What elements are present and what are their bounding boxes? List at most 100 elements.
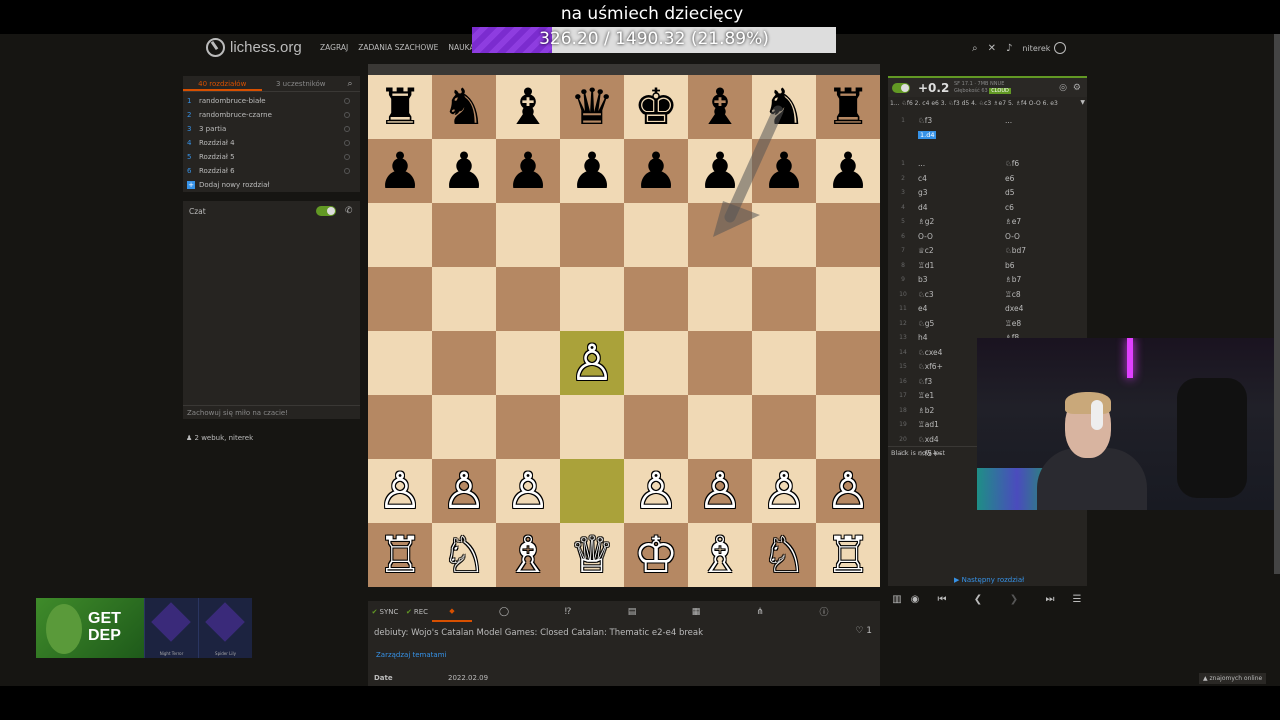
pv-line[interactable]: 1... ♘f6 2. c4 e6 3. ♘f3 d5 4. ♘c3 ♗e7 5… — [890, 100, 1085, 107]
black-piece[interactable]: ♟ — [506, 146, 551, 196]
black-move[interactable]: ♘f6 — [1005, 159, 1087, 168]
board-square[interactable]: ♟ — [752, 139, 816, 203]
board-square[interactable]: ♜ — [368, 75, 432, 139]
board-square[interactable]: ♗ — [496, 523, 560, 587]
black-piece[interactable]: ♞ — [762, 82, 807, 132]
black-move[interactable]: ♗e7 — [1005, 217, 1087, 226]
black-move[interactable]: ♖c8 — [1005, 290, 1087, 299]
white-move[interactable]: ♕c2 — [918, 246, 1005, 255]
phone-icon[interactable]: ✆ — [345, 206, 353, 216]
board-square[interactable]: ♟ — [496, 139, 560, 203]
board-square[interactable]: ♙ — [496, 459, 560, 523]
white-move[interactable]: ♗g2 — [918, 217, 1005, 226]
lichess-logo[interactable]: lichess.org — [206, 38, 302, 57]
board-square[interactable] — [368, 395, 432, 459]
nav-item-play[interactable]: ZAGRAJ — [320, 43, 348, 52]
chessboard[interactable]: ♜ ♞ ♝ ♛ ♚ ♝ ♞ ♜ ♟ ♟ ♟ ♟ ♟ ♟ ♟ ♟ ♙ ♙ ♙ ♙ ♙ ♙ ♙ ♙ ♖ ♘ ♗ ♕ ♔ ♗ ♘ ♖ — [368, 75, 880, 587]
board-square[interactable]: ♙ — [432, 459, 496, 523]
chat-toggle[interactable] — [316, 206, 336, 216]
board-square[interactable]: ♙ — [688, 459, 752, 523]
chapter-item[interactable]: 6 Rozdział 6 — [183, 164, 360, 178]
board-square[interactable]: ♟ — [624, 139, 688, 203]
board-square[interactable]: ♕ — [560, 523, 624, 587]
white-move[interactable]: c4 — [918, 174, 1005, 183]
board-square[interactable] — [432, 395, 496, 459]
board-square[interactable] — [816, 395, 880, 459]
board-square[interactable] — [496, 395, 560, 459]
black-move[interactable]: ♖e8 — [1005, 319, 1087, 328]
board-square[interactable] — [368, 267, 432, 331]
close-icon[interactable]: ✕ — [988, 43, 996, 54]
white-move[interactable]: b3 — [918, 275, 1005, 284]
board-square[interactable] — [688, 395, 752, 459]
board-square[interactable] — [752, 203, 816, 267]
white-move[interactable]: g3 — [918, 188, 1005, 197]
black-piece[interactable]: ♚ — [634, 82, 679, 132]
current-move[interactable]: 1.d4 — [918, 131, 937, 140]
next-move-icon[interactable]: ❯ — [996, 594, 1032, 605]
scrollbar[interactable] — [1274, 34, 1280, 574]
search-icon[interactable]: ⌕ — [340, 76, 360, 91]
chapter-item[interactable]: 5 Rozdział 5 — [183, 150, 360, 164]
board-square[interactable] — [624, 395, 688, 459]
board-square[interactable]: ♙ — [368, 459, 432, 523]
black-piece[interactable]: ♜ — [826, 82, 871, 132]
white-move[interactable]: O-O — [918, 232, 1005, 241]
white-piece[interactable]: ♗ — [506, 530, 551, 580]
board-square[interactable]: ♖ — [368, 523, 432, 587]
board-square[interactable]: ♘ — [432, 523, 496, 587]
sync-toggle[interactable]: ✔ SYNC — [368, 601, 402, 622]
black-piece[interactable]: ♟ — [826, 146, 871, 196]
board-square[interactable] — [624, 267, 688, 331]
chapter-item[interactable]: 4 Rozdział 4 — [183, 136, 360, 150]
white-move[interactable]: d4 — [918, 203, 1005, 212]
tags-tab-icon[interactable]: ◆ — [432, 601, 472, 622]
last-move-icon[interactable]: ⏭ — [1032, 594, 1068, 605]
board-square[interactable] — [496, 331, 560, 395]
board-square[interactable] — [368, 331, 432, 395]
board-square[interactable] — [496, 203, 560, 267]
board-square[interactable]: ♔ — [624, 523, 688, 587]
white-piece[interactable]: ♕ — [570, 530, 615, 580]
white-piece[interactable]: ♘ — [762, 530, 807, 580]
board-square[interactable] — [752, 267, 816, 331]
board-square[interactable]: ♛ — [560, 75, 624, 139]
white-piece[interactable]: ♖ — [378, 530, 423, 580]
white-piece[interactable]: ♙ — [634, 466, 679, 516]
white-piece[interactable]: ♙ — [378, 466, 423, 516]
practice-icon[interactable]: ◉ — [906, 594, 924, 605]
black-piece[interactable]: ♟ — [378, 146, 423, 196]
info-icon[interactable]: ⓘ — [792, 601, 856, 622]
black-piece[interactable]: ♜ — [378, 82, 423, 132]
search-icon[interactable]: ⌕ — [972, 43, 978, 54]
chevron-down-icon[interactable]: ▼ — [1080, 99, 1085, 106]
white-piece[interactable]: ♙ — [442, 466, 487, 516]
board-square[interactable] — [816, 203, 880, 267]
black-move[interactable]: e6 — [1005, 174, 1087, 183]
board-square[interactable] — [688, 203, 752, 267]
white-piece[interactable]: ♙ — [698, 466, 743, 516]
black-move[interactable]: ♘bd7 — [1005, 246, 1087, 255]
add-chapter-button[interactable]: + Dodaj nowy rozdział — [183, 178, 360, 192]
white-move[interactable]: ♘f3 — [918, 116, 1005, 125]
gear-icon[interactable]: ⚙ — [1073, 83, 1081, 93]
black-piece[interactable]: ♝ — [506, 82, 551, 132]
board-square[interactable] — [560, 459, 624, 523]
white-move[interactable]: ♘c3 — [918, 290, 1005, 299]
comment-icon[interactable]: ◯ — [472, 601, 536, 622]
board-square[interactable]: ♝ — [688, 75, 752, 139]
board-square[interactable]: ♘ — [752, 523, 816, 587]
chat-input[interactable]: Zachowuj się miło na czacie! — [183, 405, 360, 419]
nav-item-puzzles[interactable]: ZADANIA SZACHOWE — [358, 43, 438, 52]
sponsor-ad[interactable]: GET DEP Night Terror Spider Lily — [36, 598, 252, 658]
friends-online[interactable]: ▲ znajomych online — [1199, 673, 1267, 684]
black-move[interactable]: O-O — [1005, 232, 1087, 241]
board-square[interactable]: ♟ — [560, 139, 624, 203]
black-move[interactable]: b6 — [1005, 261, 1087, 270]
board-square[interactable]: ♞ — [432, 75, 496, 139]
chapter-item[interactable]: 1 randombruce-białe — [183, 94, 360, 108]
target-icon[interactable]: ◎ — [1059, 83, 1067, 93]
white-move[interactable]: e4 — [918, 304, 1005, 313]
board-square[interactable]: ♚ — [624, 75, 688, 139]
board-square[interactable] — [432, 331, 496, 395]
